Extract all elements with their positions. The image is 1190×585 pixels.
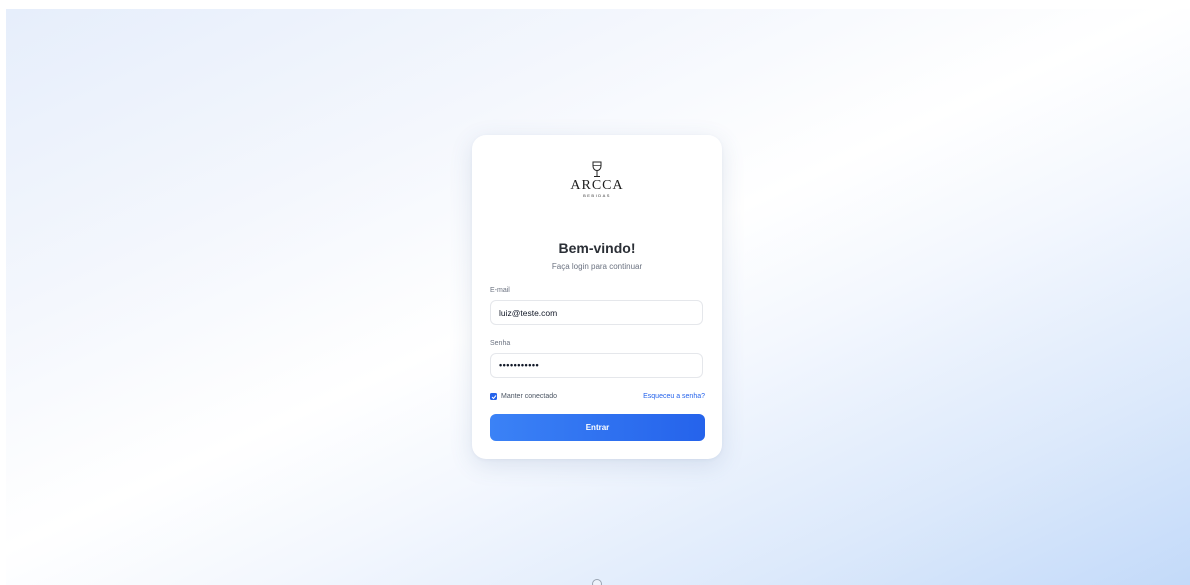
remember-checkbox[interactable] (490, 393, 497, 400)
page-title: Bem-vindo! (558, 240, 636, 256)
email-label: E-mail (490, 287, 510, 294)
bottom-circle-icon (592, 579, 602, 585)
page-subtitle: Faça login para continuar (551, 262, 643, 271)
remember-me[interactable]: Manter conectado (490, 393, 557, 400)
login-button[interactable]: Entrar (490, 414, 705, 441)
email-field[interactable] (490, 300, 703, 325)
brand-name: ARCCA (570, 178, 624, 193)
password-label: Senha (490, 340, 511, 347)
remember-label: Manter conectado (501, 393, 558, 400)
forgot-password-link[interactable]: Esqueceu a senha? (643, 393, 705, 400)
password-field[interactable]: ••••••••••• (490, 353, 703, 378)
login-card: ARCCA BEBIDAS Bem-vindo! Faça login para… (472, 135, 722, 459)
brand-logo: ARCCA BEBIDAS (472, 161, 722, 199)
check-icon (491, 394, 496, 399)
wine-glass-icon (592, 161, 602, 177)
brand-tagline: BEBIDAS (583, 193, 611, 198)
